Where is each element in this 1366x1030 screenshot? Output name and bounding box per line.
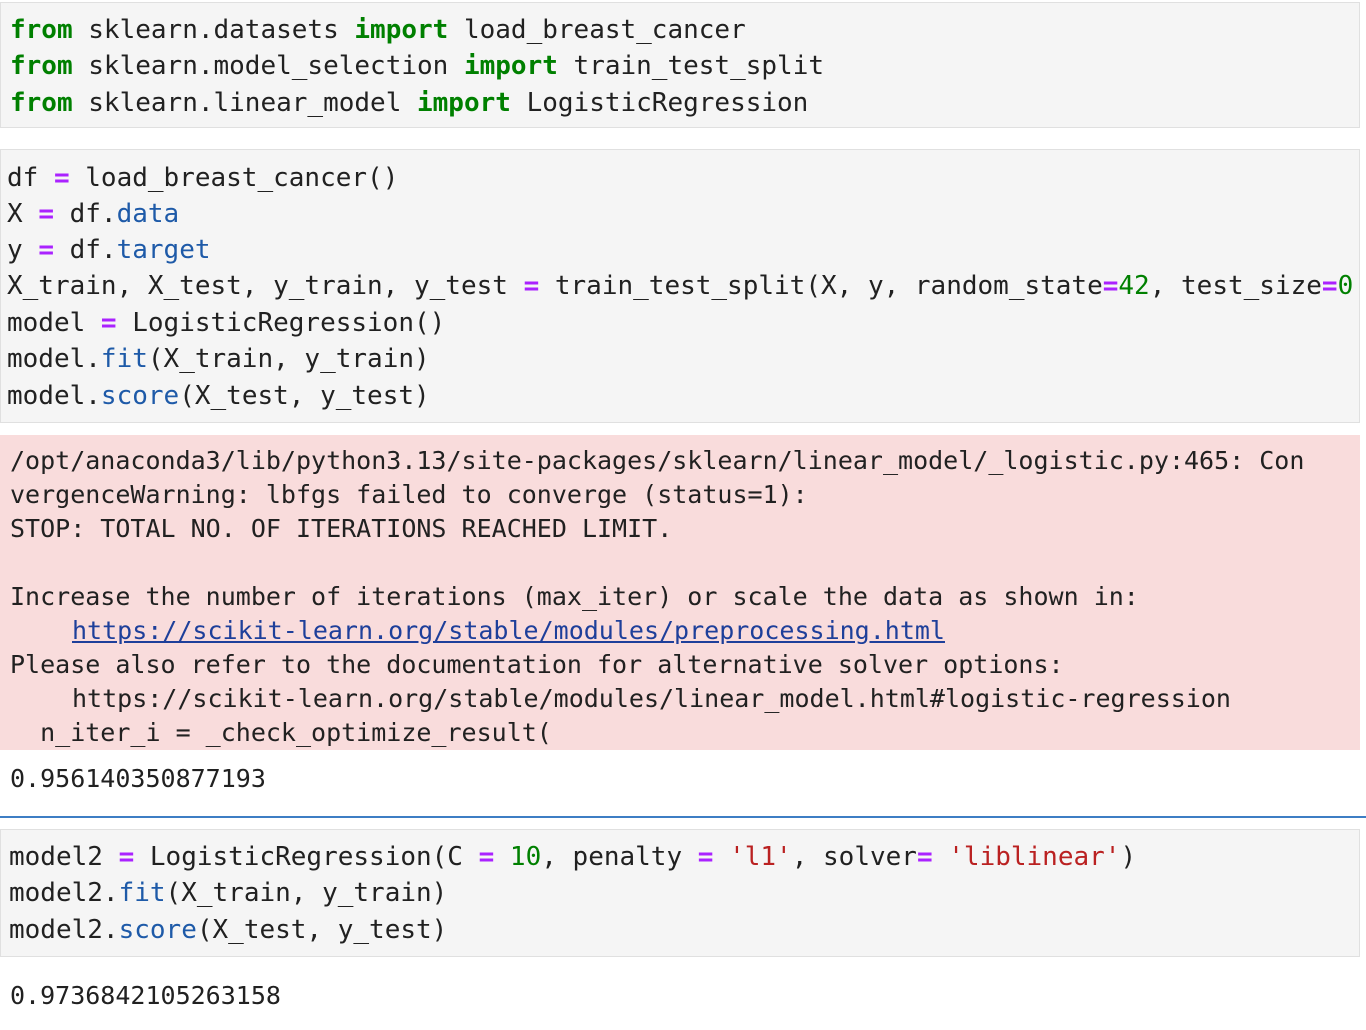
code-token: X — [7, 199, 39, 229]
code-line: model.fit(X_train, y_train) — [7, 341, 430, 377]
code-token: (X_test, y_test) — [196, 915, 448, 945]
operator: = — [100, 308, 117, 338]
attribute: target — [116, 235, 211, 265]
attribute: fit — [100, 344, 148, 374]
code-token: (X_train, y_train) — [147, 344, 430, 374]
code-line: model2.score(X_test, y_test) — [9, 912, 447, 948]
code-token: LogisticRegression() — [116, 308, 446, 338]
link-text[interactable]: https://scikit-learn.org/stable/modules/… — [72, 616, 945, 645]
warning-text: STOP: TOTAL NO. OF ITERATIONS REACHED LI… — [10, 514, 673, 543]
code-cell-model2[interactable]: model2 = LogisticRegression(C = 10, pena… — [0, 829, 1360, 957]
code-token: LogisticRegression(C — [134, 842, 479, 872]
warning-text: Increase the number of iterations (max_i… — [10, 582, 1139, 611]
code-token: model2 — [9, 842, 119, 872]
number-literal: 0.2) — [1337, 271, 1359, 301]
code-line: model2 = LogisticRegression(C = 10, pena… — [9, 839, 1136, 875]
code-token: model. — [7, 381, 101, 411]
code-line: y = df.target — [7, 232, 211, 268]
code-line: from sklearn.model_selection import trai… — [10, 48, 824, 84]
import-name: train_test_split — [557, 51, 824, 81]
keyword: import — [417, 88, 511, 118]
code-line: model.score(X_test, y_test) — [7, 378, 430, 414]
code-token: model — [7, 308, 101, 338]
code-line: X = df.data — [7, 196, 179, 232]
import-name: LogisticRegression — [510, 88, 809, 118]
module-name: sklearn.datasets — [72, 15, 355, 45]
code-token: , solver — [791, 842, 917, 872]
warning-link-logistic-regression[interactable]: https://scikit-learn.org/stable/modules/… — [72, 682, 1231, 716]
keyword: from — [10, 88, 73, 118]
module-name: sklearn.model_selection — [72, 51, 464, 81]
stderr-output: /opt/anaconda3/lib/python3.13/site-packa… — [0, 435, 1360, 750]
module-name: sklearn.linear_model — [72, 88, 417, 118]
operator: = — [38, 199, 54, 229]
warning-text: /opt/anaconda3/lib/python3.13/site-packa… — [10, 446, 1305, 475]
code-cell-imports[interactable]: from sklearn.datasets import load_breast… — [0, 2, 1360, 128]
warning-text: vergenceWarning: lbfgs failed to converg… — [10, 480, 808, 509]
operator: = — [118, 842, 135, 872]
string-literal: 'l1' — [713, 842, 792, 872]
number-literal: 42 — [1118, 271, 1150, 301]
code-line: df = load_breast_cancer() — [7, 160, 398, 196]
operator: = — [1102, 271, 1119, 301]
code-line: model = LogisticRegression() — [7, 305, 445, 341]
output-result-score: 0.956140350877193 — [10, 764, 266, 793]
attribute: data — [116, 199, 180, 229]
warning-text: Please also refer to the documentation f… — [10, 650, 1064, 679]
code-token: df. — [53, 235, 117, 265]
operator: = — [1321, 271, 1338, 301]
code-token: X_train, X_test, y_train, y_test — [7, 271, 524, 301]
operator: = — [478, 842, 495, 872]
code-line: from sklearn.datasets import load_breast… — [10, 12, 746, 48]
number-literal: 10 — [494, 842, 542, 872]
code-token: ) — [1120, 842, 1137, 872]
output-result-score-model2: 0.9736842105263158 — [10, 981, 281, 1010]
active-cell-divider — [0, 816, 1366, 818]
code-token: model. — [7, 344, 101, 374]
operator: = — [523, 271, 540, 301]
attribute: fit — [118, 878, 166, 908]
keyword: import — [463, 51, 558, 81]
keyword: from — [10, 51, 73, 81]
code-token: df. — [53, 199, 117, 229]
operator: = — [38, 235, 54, 265]
warning-text: n_iter_i = _check_optimize_result( — [10, 718, 552, 747]
attribute: score — [118, 915, 197, 945]
import-name: load_breast_cancer — [448, 15, 746, 45]
keyword: import — [354, 15, 449, 45]
code-token: (X_train, y_train) — [165, 878, 448, 908]
attribute: score — [100, 381, 180, 411]
warning-link-preprocessing[interactable]: https://scikit-learn.org/stable/modules/… — [72, 614, 945, 648]
code-line: X_train, X_test, y_train, y_test = train… — [7, 268, 1359, 304]
operator: = — [697, 842, 714, 872]
code-token: df — [7, 163, 54, 193]
operator: = — [916, 842, 933, 872]
keyword: from — [10, 15, 73, 45]
code-token: , test_size — [1149, 271, 1322, 301]
operator: = — [53, 163, 70, 193]
code-token: model2. — [9, 915, 119, 945]
code-token: , penalty — [541, 842, 698, 872]
code-token: train_test_split(X, y, random_state — [539, 271, 1103, 301]
code-line: model2.fit(X_train, y_train) — [9, 875, 447, 911]
string-literal: 'liblinear' — [932, 842, 1121, 872]
code-token: model2. — [9, 878, 119, 908]
code-token: (X_test, y_test) — [179, 381, 430, 411]
code-line: from sklearn.linear_model import Logisti… — [10, 85, 808, 121]
code-cell-training[interactable]: df = load_breast_cancer() X = df.data y … — [0, 149, 1360, 423]
code-token: y — [7, 235, 39, 265]
code-token: load_breast_cancer() — [69, 163, 399, 193]
